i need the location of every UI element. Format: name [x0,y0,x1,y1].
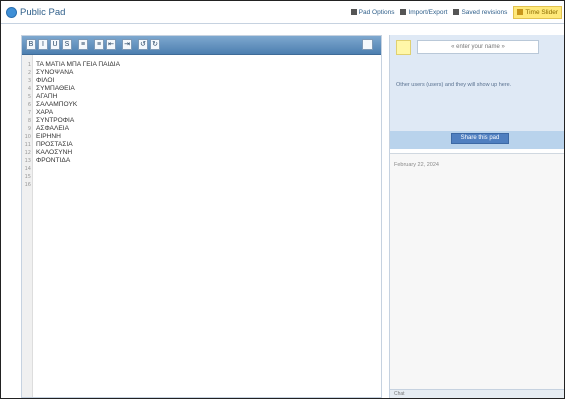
app-title: Public Pad [20,6,66,18]
editor-line: ΤΑ ΜΑΤΙΑ ΜΠΑ ΓΕΙΑ ΠΑΙΔΙΑ [36,61,121,68]
editor-line: ΣΥΝΟΨΑΝΑ [36,69,74,76]
underline-button[interactable]: U [50,39,60,50]
line-number: 3 [27,78,31,84]
nav-saved-revisions[interactable]: Saved revisions [453,9,507,16]
chat-panel: February 22, 2024 [390,153,564,391]
editor-panel: B I U S ≡ ≡ ⇤ ⇥ ↺ ↻ 1 2 3 4 5 6 7 8 9 10… [21,35,382,398]
time-slider-icon [517,9,524,15]
undo-button[interactable]: ↺ [138,39,148,50]
redo-button[interactable]: ↻ [150,39,160,50]
editor-line: ΣΥΝΤΡΟΦΙΑ [36,117,75,124]
line-number: 4 [27,86,31,92]
user-name-input[interactable]: « enter your name » [417,40,539,54]
nav-label: Import/Export [408,8,448,16]
editor-line: ΑΣΦΑΛΕΙΑ [36,125,69,132]
indent-button[interactable]: ⇥ [122,39,132,50]
editor-line: ΑΓΑΠΗ [36,93,58,100]
sidebar: « enter your name » Other users (users) … [389,35,564,398]
share-button[interactable]: Share this pad [451,133,509,144]
italic-button[interactable]: I [38,39,48,50]
line-number: 1 [27,62,31,68]
other-users-text: Other users (users) and they will show u… [396,82,512,88]
line-number: 10 [24,134,31,140]
line-number: 9 [27,126,31,132]
logo-icon [6,6,17,18]
line-number: 6 [27,102,31,108]
options-icon [350,9,357,15]
line-number: 5 [27,94,31,100]
app-window: Public Pad Pad Options Import/Export Sav… [0,0,565,399]
chat-label: Chat [394,391,405,397]
line-number-gutter: 1 2 3 4 5 6 7 8 9 10 11 12 13 14 15 16 [22,55,33,397]
editor-line: ΠΡΟΣΤΑΣΙΑ [36,141,73,148]
top-nav: Pad Options Import/Export Saved revision… [345,1,564,23]
editor-line: ΧΑΡΑ [36,109,54,116]
editor-line: ΣΑΛΑΜΠΟΥΚ [36,101,78,108]
share-bar: Share this pad [390,131,564,149]
nav-label: Pad Options [358,8,395,16]
bold-button[interactable]: B [26,39,36,50]
line-number: 8 [27,118,31,124]
line-number: 7 [27,110,31,116]
nav-pad-options[interactable]: Pad Options [350,8,395,16]
editor-line: ΕΙΡΗΝΗ [36,133,61,140]
bullet-list-button[interactable]: ≡ [78,39,88,50]
editor-line: ΦΡΟΝΤΙΔΑ [36,157,71,164]
line-number: 15 [24,174,31,180]
editor-toolbar: B I U S ≡ ≡ ⇤ ⇥ ↺ ↻ [22,36,381,55]
nav-label: Saved revisions [461,8,508,16]
line-number: 2 [27,70,31,76]
editor-line: ΦΙΛΟΙ [36,77,55,84]
chat-date: February 22, 2024 [394,162,439,168]
editor-line: ΚΑΛΟΣΥΝΗ [36,149,73,156]
outdent-button[interactable]: ⇤ [106,39,116,50]
line-number: 14 [24,166,31,172]
chat-input-bar[interactable]: Chat [390,389,564,398]
revisions-icon [453,9,460,15]
strikethrough-button[interactable]: S [62,39,72,50]
numbered-list-button[interactable]: ≡ [94,39,104,50]
logo[interactable]: Public Pad [6,5,65,19]
user-color-swatch[interactable] [396,40,411,55]
line-number: 13 [24,158,31,164]
line-number: 11 [24,142,31,148]
nav-label: Time Slider [525,8,558,16]
embed-icon[interactable] [362,39,373,50]
line-number: 12 [24,150,31,156]
nav-import-export[interactable]: Import/Export [400,9,447,16]
import-export-icon [400,9,407,15]
users-panel: « enter your name » Other users (users) … [390,35,564,149]
nav-time-slider[interactable]: Time Slider [513,5,562,19]
editor-line: ΣΥΜΠΑΘΕΙΑ [36,85,75,92]
line-number: 16 [24,182,31,188]
top-bar: Public Pad Pad Options Import/Export Sav… [1,1,564,24]
